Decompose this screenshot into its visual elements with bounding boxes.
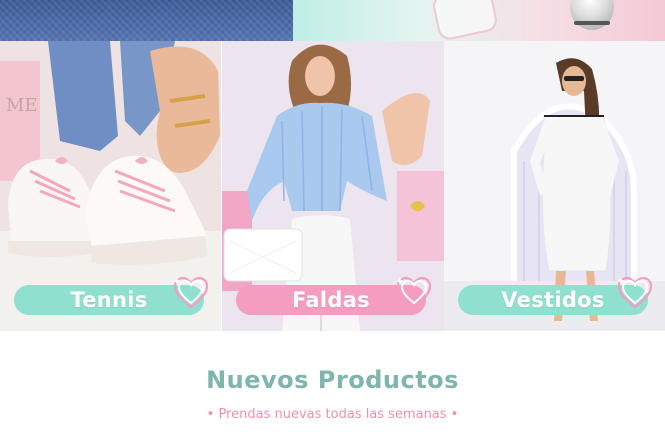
section-subtitle: • Prendas nuevas todas las semanas • (206, 407, 459, 422)
top-banner-strip (0, 0, 665, 41)
bag-strap-graphic (430, 0, 500, 41)
accessories-banner-image[interactable] (293, 0, 665, 41)
section-title: Nuevos Productos (206, 366, 459, 394)
hearts-icon (617, 276, 653, 309)
category-tile-tennis[interactable]: ME Tennis (0, 41, 221, 331)
svg-text:ME: ME (6, 95, 38, 116)
hearts-icon (396, 276, 432, 309)
denim-banner-image[interactable] (0, 0, 293, 41)
hearts-icon (173, 276, 209, 309)
category-grid: ME Tennis Faldas Vestidos (0, 41, 665, 331)
bottle-cap-graphic (570, 0, 614, 30)
category-tile-vestidos[interactable]: Vestidos (444, 41, 665, 331)
category-tile-faldas[interactable]: Faldas (222, 41, 444, 331)
